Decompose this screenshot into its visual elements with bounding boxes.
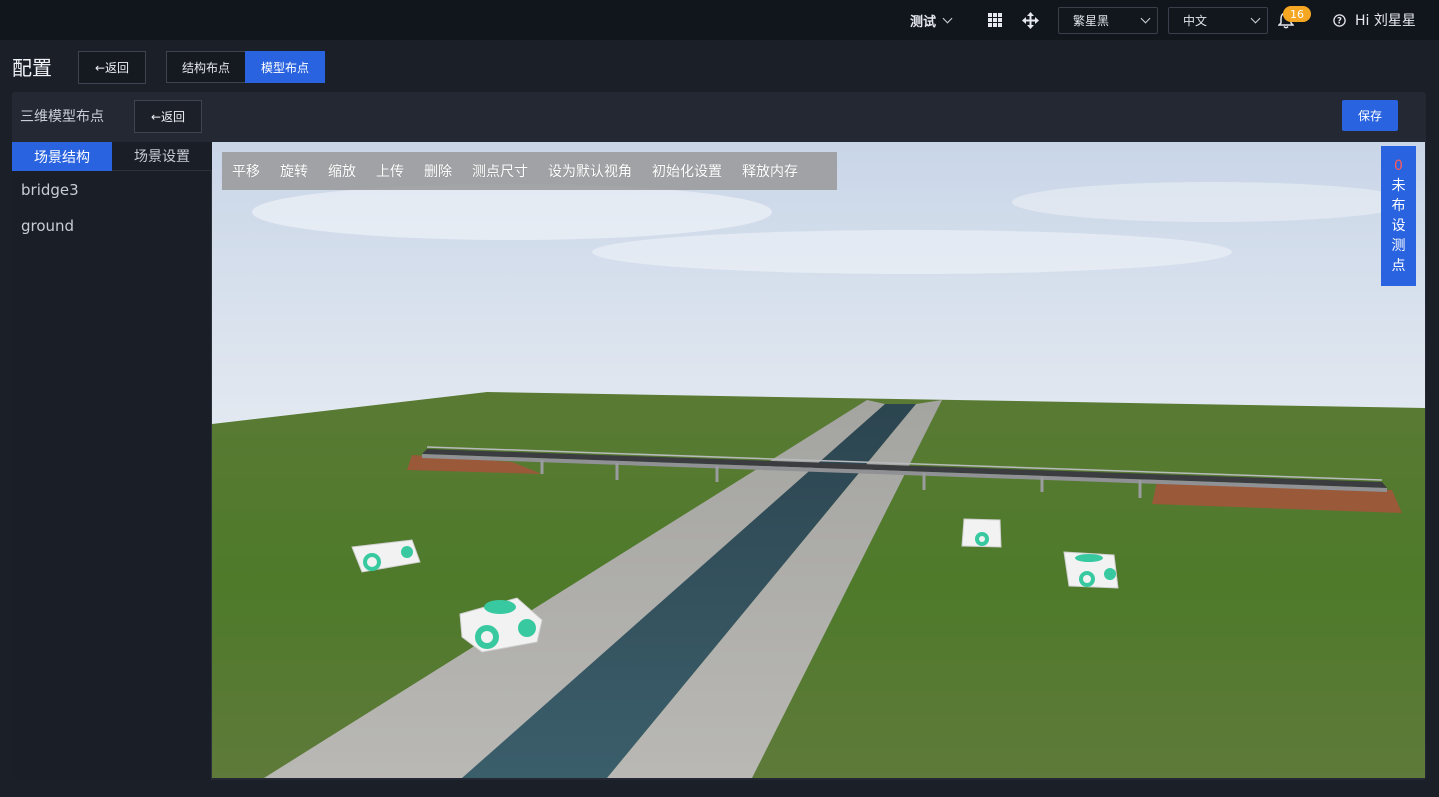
tool-release-memory[interactable]: 释放内存: [742, 161, 798, 181]
tool-point-size[interactable]: 测点尺寸: [472, 161, 528, 181]
tool-delete[interactable]: 删除: [424, 161, 452, 181]
move-icon[interactable]: [1022, 0, 1039, 40]
chevron-down-icon: [942, 13, 953, 23]
theme-select[interactable]: 繁星黑: [1058, 7, 1158, 34]
panel-back-button[interactable]: ←返回: [134, 100, 202, 133]
tree-item-ground[interactable]: ground: [21, 217, 74, 235]
unplaced-label: 未布设测点: [1391, 178, 1406, 274]
project-selector[interactable]: 测试: [910, 0, 953, 40]
help-icon: ?: [1333, 13, 1346, 27]
chevron-down-icon: [1140, 13, 1151, 24]
tool-rotate[interactable]: 旋转: [280, 161, 308, 181]
tool-upload[interactable]: 上传: [376, 161, 404, 181]
grid-icon[interactable]: [988, 0, 1002, 40]
theme-select-value: 繁星黑: [1073, 14, 1110, 28]
language-select-value: 中文: [1183, 14, 1208, 28]
svg-text:?: ?: [1337, 16, 1342, 26]
sensor-box[interactable]: [961, 518, 1002, 548]
sensor-box[interactable]: [1063, 551, 1119, 589]
chevron-down-icon: [1250, 13, 1261, 24]
tab-scene-settings[interactable]: 场景设置: [112, 142, 212, 171]
3d-scene: [212, 142, 1425, 778]
tree-item-bridge3[interactable]: bridge3: [21, 181, 79, 199]
user-greeting: Hi 刘星星: [1355, 13, 1416, 29]
tool-pan[interactable]: 平移: [232, 161, 260, 181]
cloud: [592, 230, 1232, 274]
project-name: 测试: [910, 14, 937, 30]
unplaced-count: 0: [1394, 158, 1403, 174]
panel-title: 三维模型布点: [20, 109, 104, 125]
notification-badge: 16: [1283, 6, 1311, 22]
header-back-button[interactable]: ←返回: [78, 51, 146, 84]
tab-scene-structure[interactable]: 场景结构: [12, 142, 112, 171]
3d-viewport[interactable]: [212, 142, 1425, 778]
cloud: [1012, 182, 1412, 222]
page-title: 配置: [12, 56, 52, 80]
tool-set-default-view[interactable]: 设为默认视角: [548, 161, 632, 181]
tool-init-settings[interactable]: 初始化设置: [652, 161, 722, 181]
language-select[interactable]: 中文: [1168, 7, 1268, 34]
tool-scale[interactable]: 缩放: [328, 161, 356, 181]
unplaced-points-panel[interactable]: 0 未布设测点: [1381, 146, 1416, 286]
tab-model-points[interactable]: 模型布点: [245, 51, 325, 83]
model-toolbar: 平移 旋转 缩放 上传 删除 测点尺寸 设为默认视角 初始化设置 释放内存: [222, 152, 837, 190]
cloud: [252, 184, 772, 240]
user-menu[interactable]: ? Hi 刘星星: [1333, 0, 1416, 40]
save-button[interactable]: 保存: [1342, 100, 1398, 131]
tab-structure-points[interactable]: 结构布点: [166, 51, 246, 83]
scene-sidebar: [12, 142, 212, 780]
